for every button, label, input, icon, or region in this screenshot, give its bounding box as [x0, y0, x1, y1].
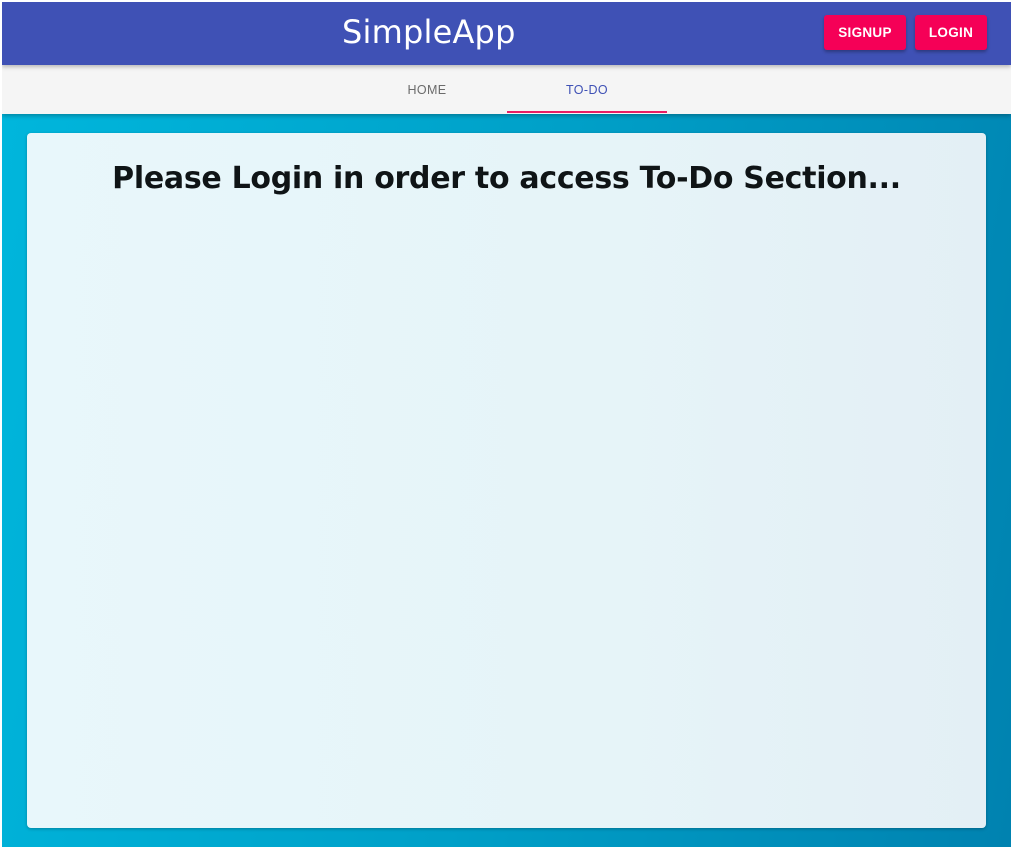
app-title: SimpleApp [342, 13, 516, 51]
tab-active-indicator [507, 111, 667, 113]
app-window: SimpleApp SIGNUP LOGIN HOME TO-DO Please… [2, 2, 1011, 847]
login-required-message: Please Login in order to access To-Do Se… [112, 161, 901, 196]
app-bar: SimpleApp SIGNUP LOGIN [2, 2, 1011, 65]
main-content: Please Login in order to access To-Do Se… [2, 114, 1011, 847]
tab-bar: HOME TO-DO [2, 65, 1011, 114]
tab-todo[interactable]: TO-DO [507, 65, 667, 114]
signup-button[interactable]: SIGNUP [824, 15, 906, 50]
tab-home[interactable]: HOME [347, 65, 507, 114]
login-button[interactable]: LOGIN [915, 15, 987, 50]
todo-card: Please Login in order to access To-Do Se… [27, 133, 986, 828]
